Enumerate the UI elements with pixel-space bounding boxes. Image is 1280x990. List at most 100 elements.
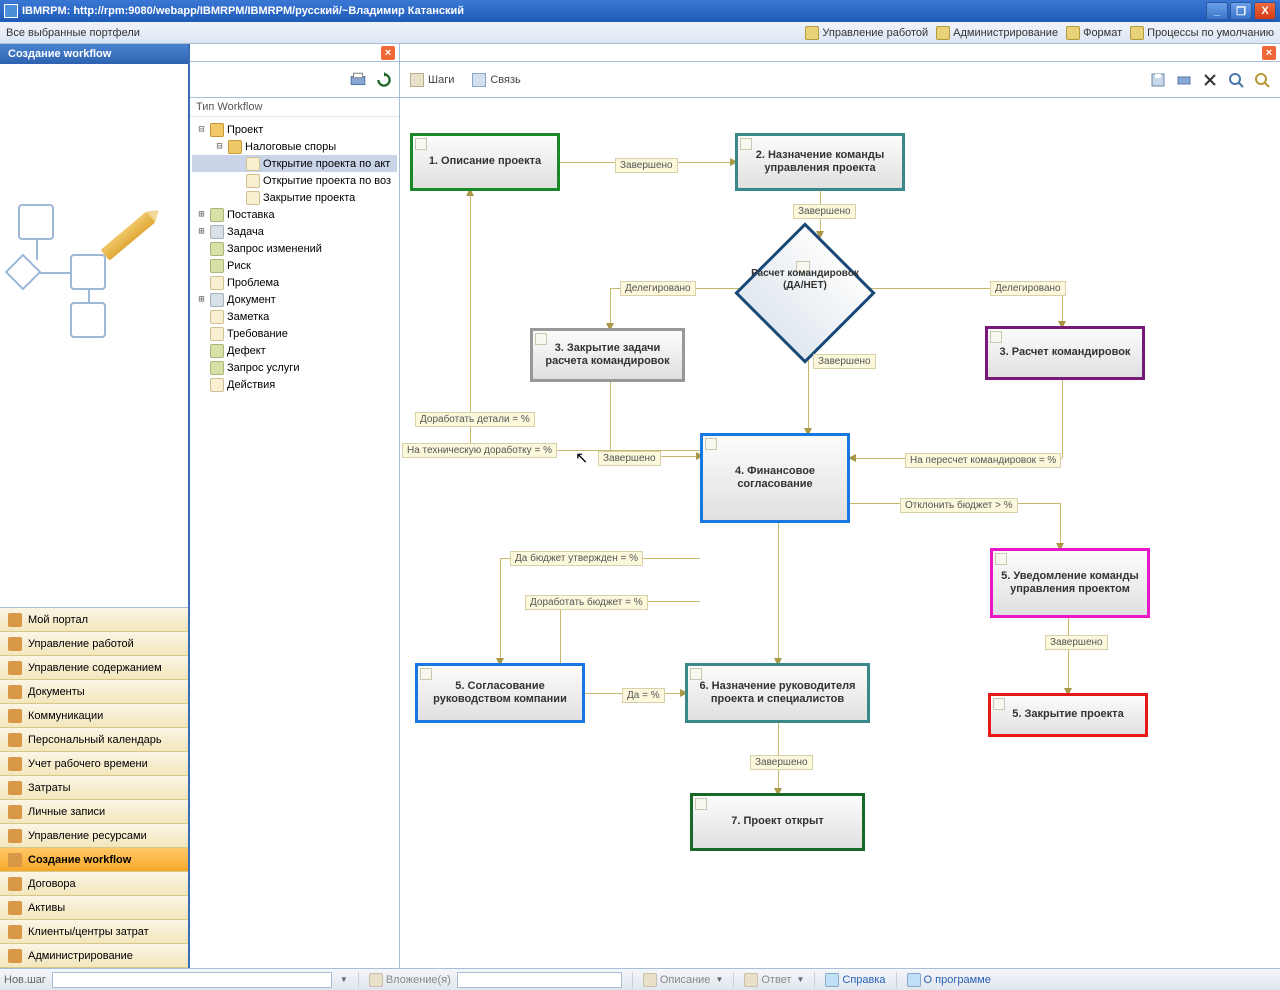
maximize-button[interactable]: ❐ [1230,2,1252,20]
tree-row[interactable]: ⊞Документ [192,291,397,308]
answer-link[interactable]: Ответ▼ [744,973,804,987]
admin-icon [936,26,950,40]
node-icon [990,331,1002,343]
nav-icon [8,829,22,843]
tool-steps[interactable]: Шаги [410,73,454,87]
canvas-close-bar: × [400,44,1280,62]
nav-item[interactable]: Договора [0,872,188,896]
nav-item[interactable]: Мой портал [0,608,188,632]
nav-label: Коммуникации [28,710,103,722]
tree-row[interactable]: ⊞Поставка [192,206,397,223]
attachments-link[interactable]: Вложение(я) [369,973,451,987]
new-step-dropdown[interactable]: ▼ [340,975,348,984]
workflow-node[interactable]: 1. Описание проекта [410,133,560,191]
minimize-button[interactable]: _ [1206,2,1228,20]
nav-label: Создание workflow [28,854,131,866]
nav-label: Учет рабочего времени [28,758,148,770]
nav-item[interactable]: Создание workflow [0,848,188,872]
tree-row[interactable]: ⊞Задача [192,223,397,240]
top-manage-work[interactable]: Управление работой [805,26,928,40]
tool-link[interactable]: Связь [472,73,520,87]
expand-icon[interactable]: ⊟ [196,124,207,135]
workflow-node[interactable]: 6. Назначение руководителя проекта и спе… [685,663,870,723]
help-link[interactable]: Справка [825,973,885,987]
delete-icon[interactable] [1202,72,1218,88]
top-format[interactable]: Формат [1066,26,1122,40]
print-icon[interactable] [349,71,367,89]
tree-row[interactable]: Запрос изменений [192,240,397,257]
workflow-node[interactable]: 7. Проект открыт [690,793,865,851]
node-icon [535,333,547,345]
workflow-node[interactable]: 4. Финансовое согласование [700,433,850,523]
nav-item[interactable]: Управление работой [0,632,188,656]
tree-node-label: Заметка [227,311,269,323]
nav-item[interactable]: Персональный календарь [0,728,188,752]
tree-node-icon [210,208,224,222]
top-admin[interactable]: Администрирование [936,26,1058,40]
workflow-node[interactable]: 5. Уведомление команды управления проект… [990,548,1150,618]
nav-item[interactable]: Затраты [0,776,188,800]
briefcase-icon [805,26,819,40]
tree-row[interactable]: Закрытие проекта [192,189,397,206]
node-icon [740,138,752,150]
save-icon[interactable] [1150,72,1166,88]
tree-node-icon [210,378,224,392]
tree-row[interactable]: ⊟Проект [192,121,397,138]
nav-label: Управление ресурсами [28,830,147,842]
sidebar-header: Создание workflow [0,44,188,64]
attachments-input[interactable] [457,972,622,988]
refresh-icon[interactable] [375,71,393,89]
process-icon [1130,26,1144,40]
node-icon [995,553,1007,565]
new-step-input[interactable] [52,972,332,988]
nav-item[interactable]: Клиенты/центры затрат [0,920,188,944]
cursor-icon: ↖ [575,448,588,468]
workflow-decision[interactable]: Расчет командировок (ДА/НЕТ) [740,228,870,358]
canvas-area[interactable]: 1. Описание проекта 2. Назначение команды… [400,98,1280,968]
nav-item[interactable]: Документы [0,680,188,704]
nav-item[interactable]: Управление содержанием [0,656,188,680]
edge-label: Да бюджет утвержден = % [510,551,643,566]
nav-item[interactable]: Администрирование [0,944,188,968]
expand-icon[interactable]: ⊟ [214,141,225,152]
nav-item[interactable]: Учет рабочего времени [0,752,188,776]
workflow-node[interactable]: 3. Закрытие задачи расчета командировок [530,328,685,382]
print-icon[interactable] [1176,72,1192,88]
tree-row[interactable]: Открытие проекта по акт [192,155,397,172]
nav-label: Управление работой [28,638,134,650]
workflow-node[interactable]: 5. Закрытие проекта [988,693,1148,737]
workflow-node[interactable]: 2. Назначение команды управления проекта [735,133,905,191]
tree-row[interactable]: Действия [192,376,397,393]
portfolio-selector[interactable]: Все выбранные портфели [6,27,140,39]
about-link[interactable]: О программе [907,973,991,987]
workflow-node[interactable]: 5. Согласование руководством компании [415,663,585,723]
expand-icon[interactable]: ⊞ [196,294,207,305]
zoom-out-icon[interactable] [1254,72,1270,88]
tree-row[interactable]: Открытие проекта по воз [192,172,397,189]
tree-row[interactable]: Дефект [192,342,397,359]
close-button[interactable]: X [1254,2,1276,20]
help-icon [825,973,839,987]
panel-close-button[interactable]: × [381,46,395,60]
top-default-processes[interactable]: Процессы по умолчанию [1130,26,1274,40]
tree-row[interactable]: Запрос услуги [192,359,397,376]
tree-row[interactable]: Заметка [192,308,397,325]
tree-row[interactable]: Проблема [192,274,397,291]
nav-item[interactable]: Активы [0,896,188,920]
nav-item[interactable]: Управление ресурсами [0,824,188,848]
zoom-in-icon[interactable] [1228,72,1244,88]
tree-row[interactable]: ⊟Налоговые споры [192,138,397,155]
nav-item[interactable]: Личные записи [0,800,188,824]
nav-item[interactable]: Коммуникации [0,704,188,728]
canvas-close-button[interactable]: × [1262,46,1276,60]
tree-row[interactable]: Риск [192,257,397,274]
description-link[interactable]: Описание▼ [643,973,724,987]
node-label: 3. Закрытие задачи расчета командировок [539,342,676,368]
description-icon [643,973,657,987]
tree-panel: × Тип Workflow ⊟Проект⊟Налоговые спорыОт… [190,44,400,968]
expand-icon[interactable]: ⊞ [196,226,207,237]
expand-icon[interactable]: ⊞ [196,209,207,220]
workflow-node[interactable]: 3. Расчет командировок [985,326,1145,380]
nav-label: Персональный календарь [28,734,162,746]
tree-row[interactable]: Требование [192,325,397,342]
